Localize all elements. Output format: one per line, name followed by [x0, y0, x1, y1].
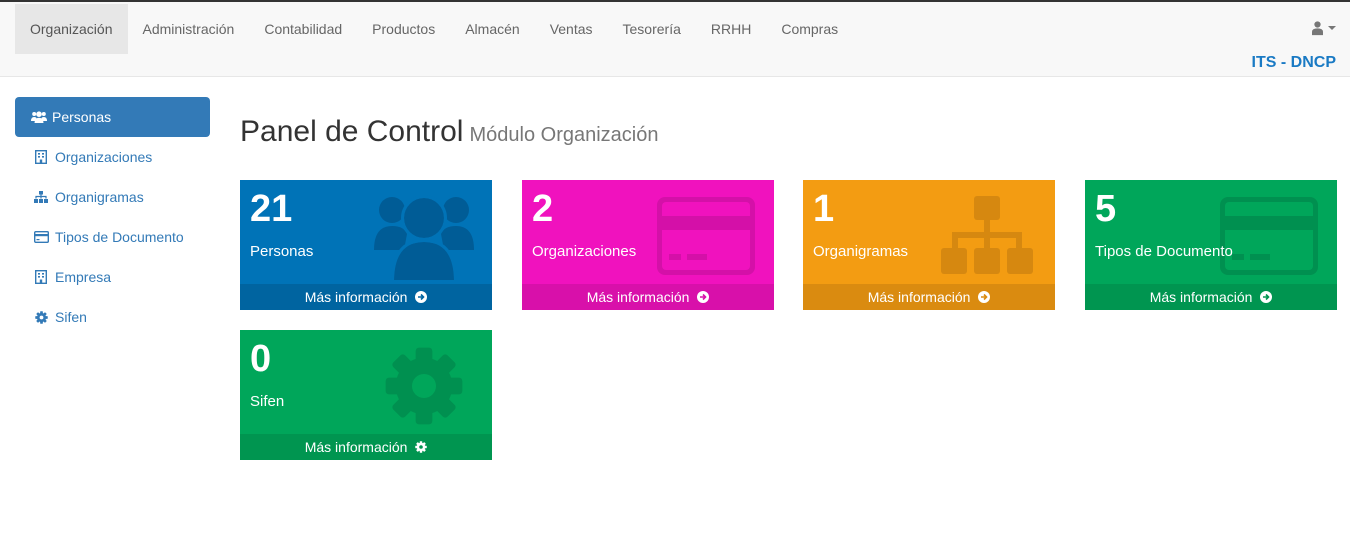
page-header: Panel de Control Módulo Organización: [240, 115, 658, 149]
sidebar: Personas Organizaciones Organigramas Tip…: [15, 97, 210, 337]
stat-count: 5: [1095, 188, 1117, 230]
gear-icon: [415, 441, 428, 454]
nav-item-administracion[interactable]: Administración: [128, 4, 250, 54]
sidebar-item-label: Personas: [52, 109, 112, 125]
gear-icon: [33, 309, 49, 325]
nav-item-compras[interactable]: Compras: [766, 4, 853, 54]
sidebar-item-tipos-de-documento[interactable]: Tipos de Documento: [15, 217, 210, 257]
arrow-circle-right-icon: [978, 291, 991, 304]
stat-label: Organizaciones: [532, 243, 637, 260]
stat-label: Tipos de Documento: [1095, 243, 1233, 260]
sitemap-icon: [937, 188, 1037, 284]
top-navbar: Organización Administración Contabilidad…: [0, 0, 1350, 77]
building-icon: [33, 149, 49, 165]
user-icon: [1312, 21, 1323, 36]
stat-count: 21: [250, 188, 293, 230]
nav-item-tesoreria[interactable]: Tesorería: [608, 4, 696, 54]
more-info-label: Más información: [304, 289, 408, 305]
more-info-link[interactable]: Más información: [1085, 284, 1337, 310]
sidebar-item-personas[interactable]: Personas: [15, 97, 210, 137]
stat-count: 0: [250, 338, 272, 380]
stat-label: Personas: [250, 243, 314, 260]
sidebar-item-sifen[interactable]: Sifen: [15, 297, 210, 337]
more-info-label: Más información: [304, 439, 408, 455]
more-info-link[interactable]: Más información: [803, 284, 1055, 310]
chevron-down-icon: [1328, 26, 1336, 30]
nav-item-rrhh[interactable]: RRHH: [696, 4, 766, 54]
stat-label: Sifen: [250, 393, 285, 410]
nav-item-contabilidad[interactable]: Contabilidad: [249, 4, 357, 54]
sidebar-item-label: Organizaciones: [55, 149, 153, 165]
building-icon: [33, 269, 49, 285]
arrow-circle-right-icon: [1260, 291, 1273, 304]
credit-card-icon: [33, 229, 49, 245]
stat-label: Organigramas: [813, 243, 909, 260]
brand-label: ITS - DNCP: [1251, 54, 1336, 71]
main-menu: Organización Administración Contabilidad…: [15, 4, 853, 54]
more-info-label: Más información: [1149, 289, 1253, 305]
more-info-label: Más información: [867, 289, 971, 305]
sitemap-icon: [33, 189, 49, 205]
arrow-circle-right-icon: [415, 291, 428, 304]
stat-box-tipos-de-documento: 5 Tipos de Documento Más información: [1085, 180, 1337, 310]
page-subtitle: Módulo Organización: [469, 124, 659, 146]
arrow-circle-right-icon: [697, 291, 710, 304]
sidebar-item-label: Organigramas: [55, 189, 144, 205]
users-icon: [31, 109, 47, 125]
stat-count: 2: [532, 188, 554, 230]
sidebar-item-empresa[interactable]: Empresa: [15, 257, 210, 297]
nav-item-ventas[interactable]: Ventas: [535, 4, 608, 54]
credit-card-icon: [656, 188, 756, 284]
sidebar-item-label: Empresa: [55, 269, 112, 285]
stat-box-organizaciones: 2 Organizaciones Más información: [522, 180, 774, 310]
more-info-link[interactable]: Más información: [240, 434, 492, 460]
sidebar-item-organigramas[interactable]: Organigramas: [15, 177, 210, 217]
user-menu-toggle[interactable]: [1312, 16, 1336, 40]
sidebar-item-label: Sifen: [55, 309, 87, 325]
stat-count: 1: [813, 188, 835, 230]
stat-box-personas: 21 Personas Más información: [240, 180, 492, 310]
credit-card-icon: [1219, 188, 1319, 284]
stat-box-organigramas: 1 Organigramas Más información: [803, 180, 1055, 310]
sidebar-item-organizaciones[interactable]: Organizaciones: [15, 137, 210, 177]
nav-item-organizacion[interactable]: Organización: [15, 4, 128, 54]
nav-item-almacen[interactable]: Almacén: [450, 4, 534, 54]
more-info-link[interactable]: Más información: [240, 284, 492, 310]
more-info-link[interactable]: Más información: [522, 284, 774, 310]
page-title: Panel de Control: [240, 115, 464, 148]
gear-icon: [374, 338, 474, 434]
nav-item-productos[interactable]: Productos: [357, 4, 450, 54]
users-icon: [374, 188, 474, 284]
sidebar-item-label: Tipos de Documento: [55, 229, 184, 245]
stat-box-sifen: 0 Sifen Más información: [240, 330, 492, 460]
more-info-label: Más información: [586, 289, 690, 305]
